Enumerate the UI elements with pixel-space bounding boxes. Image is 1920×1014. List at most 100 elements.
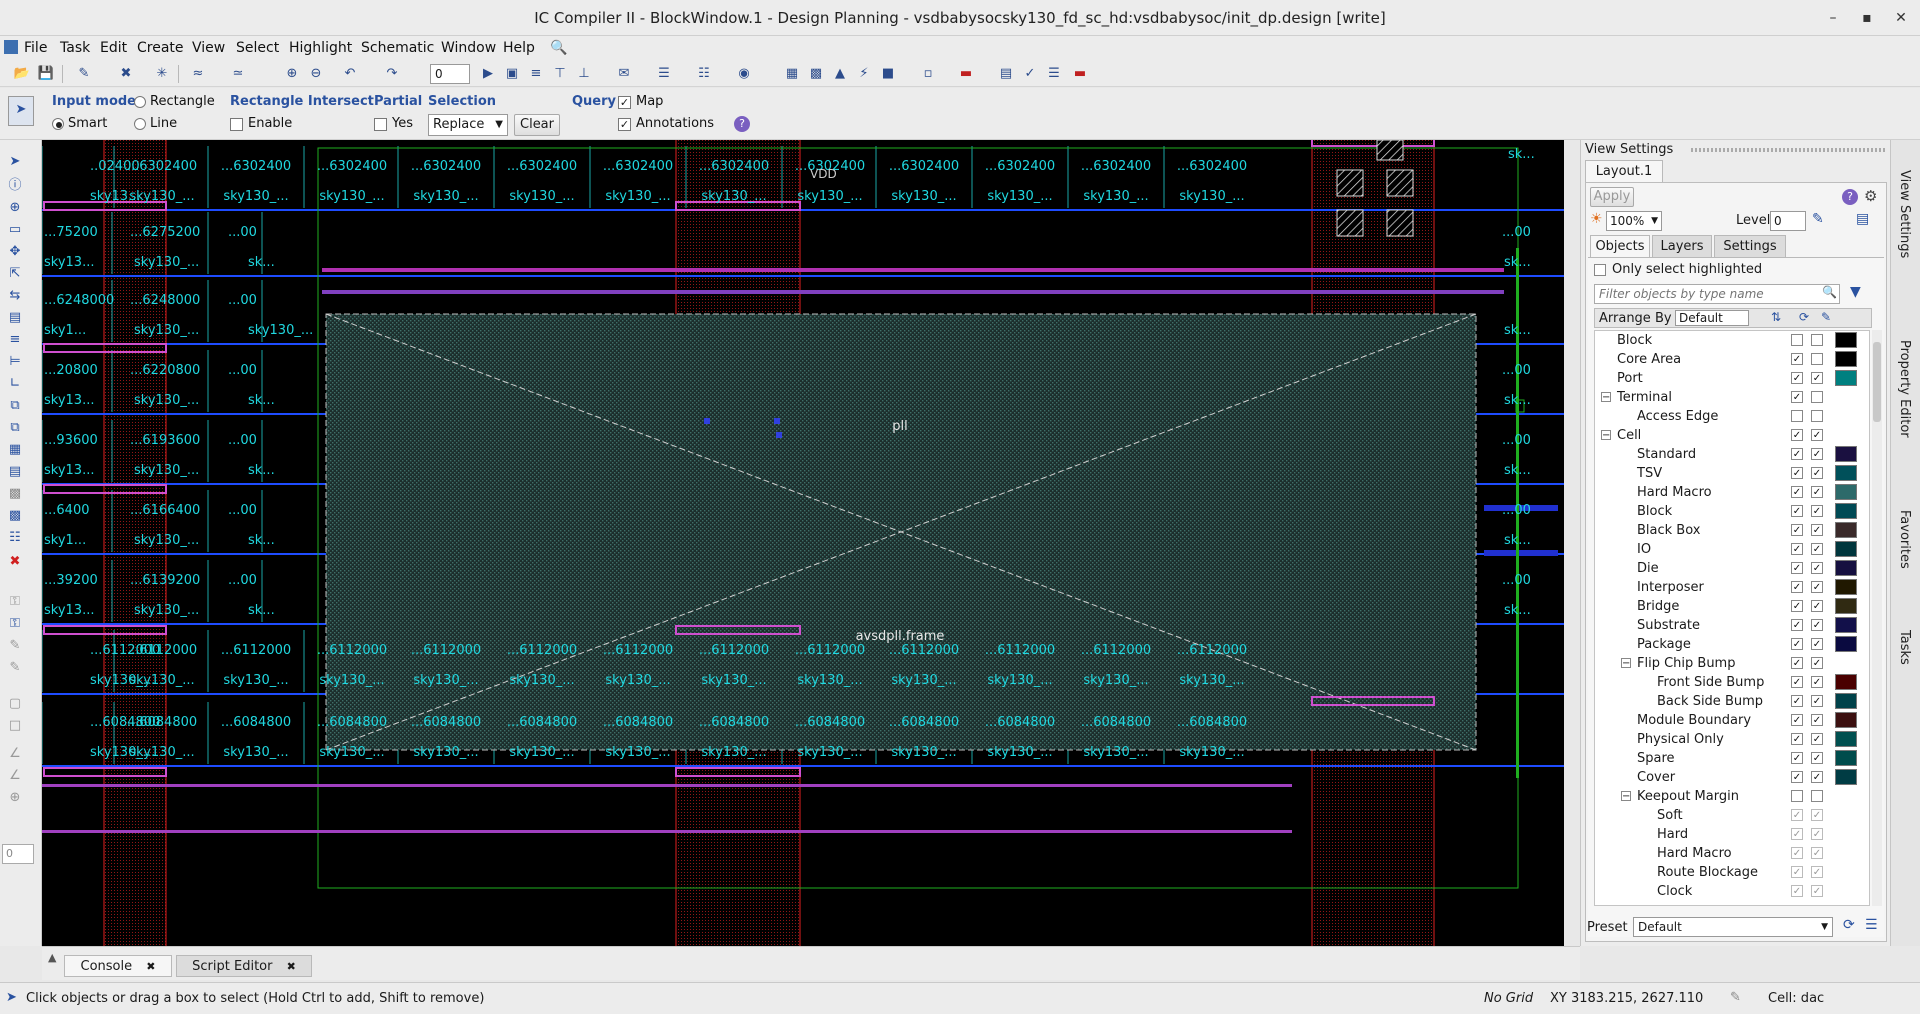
color-swatch[interactable] (1835, 351, 1857, 367)
color-swatch[interactable] (1835, 484, 1857, 500)
color-swatch[interactable] (1835, 769, 1857, 785)
menu-view[interactable]: View (188, 36, 229, 60)
power-icon[interactable]: ⚡ (854, 64, 874, 84)
select-tool-icon[interactable]: ▶ (478, 64, 498, 84)
color-swatch[interactable] (1835, 332, 1857, 348)
layout-canvas[interactable]: ..02400 ...6302400 ...6302400 ...6302400...… (42, 140, 1564, 946)
color-swatch[interactable] (1835, 541, 1857, 557)
color-swatch[interactable] (1835, 712, 1857, 728)
color-swatch[interactable] (1835, 693, 1857, 709)
close-icon[interactable]: ✖ (146, 960, 155, 973)
preset-select[interactable]: Default ▼ (1633, 917, 1833, 937)
selectable-checkbox[interactable]: ✓ (1811, 448, 1823, 460)
help-icon[interactable]: ? (734, 116, 750, 132)
layers-icon[interactable]: ▤ (1856, 211, 1869, 227)
stack-layers-icon[interactable]: ≡ (4, 330, 26, 350)
tab-settings[interactable]: Settings (1714, 235, 1786, 257)
visible-checkbox[interactable]: ✓ (1791, 619, 1803, 631)
move-icon[interactable]: ✥ (4, 242, 26, 262)
selectable-checkbox[interactable]: ✓ (1811, 505, 1823, 517)
visible-checkbox[interactable]: ✓ (1791, 752, 1803, 764)
selectable-checkbox[interactable]: ✓ (1811, 429, 1823, 441)
resize-icon[interactable]: ⇱ (4, 264, 26, 284)
tab-layout-1[interactable]: Layout.1 (1585, 160, 1663, 182)
align-tool-icon[interactable]: ▤ (4, 462, 26, 482)
selectable-checkbox[interactable]: ✓ (1811, 638, 1823, 650)
color-swatch[interactable] (1835, 560, 1857, 576)
selectable-checkbox[interactable]: ✓ (1811, 486, 1823, 498)
visible-checkbox[interactable]: ✓ (1791, 524, 1803, 536)
menu-task[interactable]: Task (56, 36, 94, 60)
info-icon[interactable]: ⓘ (4, 176, 26, 196)
selectable-checkbox[interactable]: ✓ (1811, 581, 1823, 593)
visible-checkbox[interactable] (1791, 410, 1803, 422)
ruler-icon[interactable]: ✎ (4, 636, 26, 656)
copy-icon[interactable]: ⧉ (4, 396, 26, 416)
hierarchy-icon[interactable]: ☰ (654, 64, 674, 84)
camera-icon[interactable]: ◉ (734, 64, 754, 84)
annotations-checkbox[interactable]: ✓ (618, 118, 631, 131)
drc-icon[interactable]: ▬ (956, 64, 976, 84)
delete-icon[interactable]: ✖ (116, 64, 136, 84)
only-select-highlighted-checkbox[interactable] (1594, 264, 1606, 276)
collapse-icon[interactable]: − (1601, 392, 1611, 403)
tree-item[interactable]: Block (1595, 331, 1869, 350)
visible-checkbox[interactable]: ✓ (1791, 486, 1803, 498)
level-spinbox[interactable]: 0 (1770, 211, 1806, 231)
array-icon[interactable]: ▩ (4, 484, 26, 504)
menu-edit[interactable]: Edit (96, 36, 131, 60)
tree-item[interactable]: Front Side Bump ✓ ✓ (1595, 673, 1869, 692)
visible-checkbox[interactable]: ✓ (1791, 543, 1803, 555)
route-icon[interactable]: ≈ (188, 64, 208, 84)
visible-checkbox[interactable]: ✓ (1791, 581, 1803, 593)
visible-checkbox[interactable]: ✓ (1791, 657, 1803, 669)
visible-checkbox[interactable]: ✓ (1791, 429, 1803, 441)
visible-checkbox[interactable]: ✓ (1791, 828, 1803, 840)
visible-checkbox[interactable]: ✓ (1791, 866, 1803, 878)
placement-icon[interactable]: ▩ (806, 64, 826, 84)
selectable-checkbox[interactable] (1811, 353, 1823, 365)
close-button[interactable]: ✕ (1889, 6, 1913, 30)
visible-checkbox[interactable]: ✓ (1791, 695, 1803, 707)
macro-icon[interactable]: ▦ (782, 64, 802, 84)
tree-item[interactable]: Package ✓ ✓ (1595, 635, 1869, 654)
open-icon[interactable]: 📂 (12, 64, 32, 84)
selectable-checkbox[interactable]: ✓ (1811, 467, 1823, 479)
comment-icon[interactable]: ✉ (614, 64, 634, 84)
group-icon[interactable]: ▦ (4, 440, 26, 460)
tree-item[interactable]: Block ✓ ✓ (1595, 502, 1869, 521)
tree-item[interactable]: − Keepout Margin (1595, 787, 1869, 806)
zoom-icon[interactable]: ⊕ (4, 198, 26, 218)
measure-icon[interactable]: ∟ (4, 374, 26, 394)
tab-layers[interactable]: Layers (1652, 235, 1712, 257)
visible-checkbox[interactable]: ✓ (1791, 467, 1803, 479)
tree-item[interactable]: Access Edge (1595, 407, 1869, 426)
line-radio[interactable] (134, 118, 146, 130)
selectable-checkbox[interactable]: ✓ (1811, 809, 1823, 821)
bus-icon[interactable]: ▫ (918, 64, 938, 84)
menu-file[interactable]: File (20, 36, 51, 60)
icv-icon[interactable]: ▬ (1070, 64, 1090, 84)
tree-item[interactable]: Substrate ✓ ✓ (1595, 616, 1869, 635)
minimize-button[interactable]: – (1821, 6, 1845, 30)
menu-create[interactable]: Create (133, 36, 188, 60)
grid-icon[interactable]: ■ (878, 64, 898, 84)
sort-icon[interactable]: ⇅ (1771, 310, 1781, 324)
left-level-field[interactable]: 0 (2, 844, 34, 864)
refresh-icon[interactable]: ⟳ (1799, 310, 1809, 324)
smart-radio[interactable] (52, 118, 64, 130)
gear-icon[interactable]: ⚙ (1864, 187, 1877, 205)
visible-checkbox[interactable]: ✓ (1791, 638, 1803, 650)
angle-icon[interactable]: ∠ (4, 744, 26, 764)
color-swatch[interactable] (1835, 731, 1857, 747)
collapse-icon[interactable]: − (1621, 658, 1631, 669)
menu-schematic[interactable]: Schematic (357, 36, 438, 60)
brush-icon[interactable]: ✎ (1821, 310, 1831, 324)
tree-item[interactable]: Clock ✓ ✓ (1595, 882, 1869, 901)
tree-item[interactable]: TSV ✓ ✓ (1595, 464, 1869, 483)
selectable-checkbox[interactable]: ✓ (1811, 866, 1823, 878)
tree-item[interactable]: Route Blockage ✓ ✓ (1595, 863, 1869, 882)
level-spinbox[interactable]: 0 (430, 64, 470, 84)
zoom-out-icon[interactable]: ⊖ (306, 64, 326, 84)
close-icon[interactable]: ✖ (287, 960, 296, 973)
